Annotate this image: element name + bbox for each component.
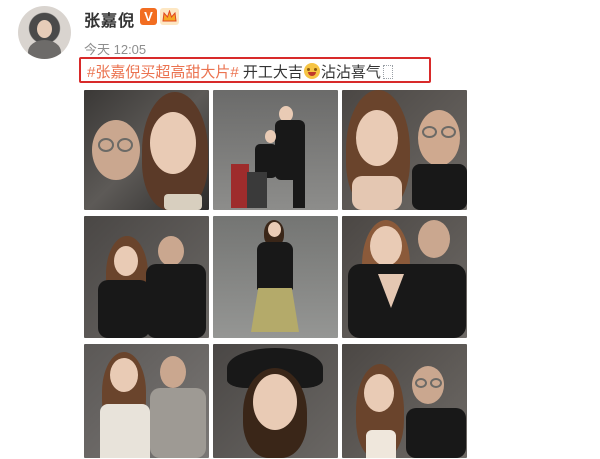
- user-avatar[interactable]: [18, 6, 71, 59]
- photo-9[interactable]: [342, 344, 467, 458]
- hashtag-link[interactable]: #张嘉倪买超高甜大片#: [87, 64, 239, 81]
- photo-1[interactable]: [84, 90, 209, 210]
- post-text: #张嘉倪买超高甜大片# 开工大吉 沾沾喜气: [87, 61, 393, 82]
- photo-7[interactable]: [84, 344, 209, 458]
- photo-6[interactable]: [342, 216, 467, 338]
- user-name[interactable]: 张嘉倪: [84, 7, 135, 31]
- avatar-face: [37, 20, 52, 38]
- photo-8[interactable]: [213, 344, 338, 458]
- post-text-segment-2: 沾沾喜气: [320, 64, 381, 81]
- grinning-emoji-icon: [303, 63, 320, 79]
- post-timestamp: 今天 12:05: [84, 42, 147, 57]
- selection-cursor-icon: [382, 65, 393, 79]
- photo-5[interactable]: [213, 216, 338, 338]
- avatar-body: [28, 40, 61, 59]
- crown-badge-icon: [160, 8, 179, 25]
- photo-2[interactable]: [213, 90, 338, 210]
- verified-v-badge-icon: V: [140, 8, 157, 25]
- photo-4[interactable]: [84, 216, 209, 338]
- post-text-segment-1: 开工大吉: [238, 64, 303, 81]
- photo-3[interactable]: [342, 90, 467, 210]
- post-text-highlight: #张嘉倪买超高甜大片# 开工大吉 沾沾喜气: [79, 57, 431, 83]
